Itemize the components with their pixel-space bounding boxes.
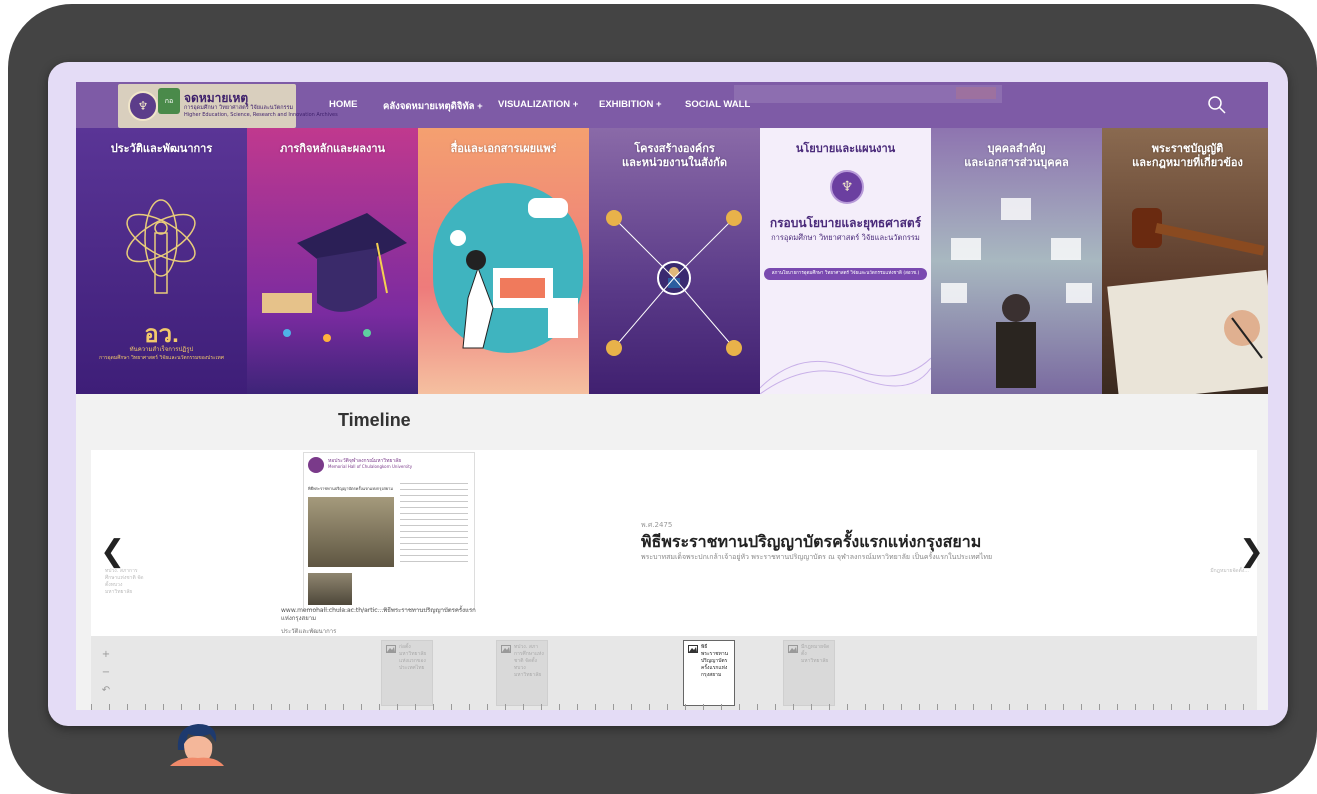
emblem-icon: ♆: [830, 170, 864, 204]
logo-subtitle: การอุดมศึกษา วิทยาศาสตร์ วิจัยและนวัตกรร…: [184, 105, 294, 111]
emblem-icon: ♆: [128, 91, 158, 121]
card-title: ภารกิจหลักและผลงาน: [279, 142, 386, 155]
zoom-out-icon[interactable]: −: [99, 666, 113, 680]
image-icon: [386, 645, 396, 653]
card-laws[interactable]: พระราชบัญญัติ และกฎหมายที่เกี่ยวข้อง: [1102, 128, 1268, 394]
atom-icon: [126, 199, 196, 294]
prev-slide-label[interactable]: ทปวง. สภาการศึกษาแห่งชาติ จัดตั้งทบวงมหา…: [105, 568, 145, 596]
card-title: โครงสร้างองค์กร และหน่วยงานในสังกัด: [622, 142, 727, 169]
browser-screen: ♆ กอ จดหมายเหตุ การอุดมศึกษา วิทยาศาสตร์…: [76, 82, 1268, 710]
card-title: ประวัติและพัฒนาการ: [110, 142, 213, 155]
marker-text: มีกฎหมายจัดตั้งมหาวิทยาลัย: [801, 644, 830, 664]
top-navbar: ♆ กอ จดหมายเหตุ การอุดมศึกษา วิทยาศาสตร์…: [76, 82, 1268, 128]
media-caption[interactable]: www.memohall.chula.ac.th/artic...พิธีพระ…: [281, 607, 481, 623]
category-cards: ประวัติและพัฒนาการ อว. ทันความสำเร็จการป…: [76, 128, 1268, 394]
card-organization[interactable]: โครงสร้างองค์กร และหน่วยงานในสังกัด: [589, 128, 760, 394]
card-policy[interactable]: นโยบายและแผนงาน ♆ กรอบนโยบายและยุทธศาสตร…: [760, 128, 931, 394]
timeline-marker-active[interactable]: พิธีพระราชทานปริญญาบัตรครั้งแรกแห่งกรุงส…: [683, 640, 735, 706]
media-header-en: Memorial Hall of Chulalongkorn Universit…: [328, 464, 413, 469]
site-logo[interactable]: ♆ กอ จดหมายเหตุ การอุดมศึกษา วิทยาศาสตร์…: [118, 84, 338, 128]
next-slide-button[interactable]: ❯: [1239, 534, 1264, 569]
timeline-ruler: [91, 704, 1257, 710]
nav-digital-archive[interactable]: คลังจดหมายเหตุดิจิทัล +: [383, 99, 483, 114]
card-overlay-line2: การอุดมศึกษา วิทยาศาสตร์ วิจัยและนวัตกรร…: [99, 355, 224, 361]
prev-slide-button[interactable]: ❮: [100, 534, 125, 569]
avatar-icon: [170, 724, 224, 766]
slide-text: พระบาทสมเด็จพระปกเกล้าเจ้าอยู่หัว พระราช…: [641, 553, 993, 561]
gavel-icon: [1107, 208, 1268, 394]
card-overlay-line1: ทันความสำเร็จการปฏิรูป: [129, 346, 194, 353]
next-slide-label[interactable]: มีกฎหมายจัดตั้ง...: [1199, 568, 1249, 575]
timeline-heading: Timeline: [338, 410, 411, 430]
marker-text: พิธีพระราชทานปริญญาบัตรครั้งแรกแห่งกรุงส…: [701, 644, 729, 678]
timeline-navigator[interactable]: + − ↶ ก่อตั้งมหาวิทยาลัยแห่งแรกของประเทศ…: [91, 636, 1257, 710]
image-icon: [501, 645, 511, 653]
university-seal-icon: [308, 457, 324, 473]
nav-visualization[interactable]: VISUALIZATION +: [498, 99, 578, 110]
media-credit: ประวัติและพัฒนาการ: [281, 628, 337, 635]
wave-decoration: [760, 357, 931, 394]
graduation-cap-icon: [262, 213, 407, 342]
timeline-marker[interactable]: มีกฎหมายจัดตั้งมหาวิทยาลัย: [783, 640, 835, 706]
org-chart-icon: [941, 198, 1092, 388]
timeline-slider: ❮ ทปวง. สภาการศึกษาแห่งชาติ จัดตั้งทบวงม…: [91, 450, 1264, 636]
card-mission[interactable]: ภารกิจหลักและผลงาน: [247, 128, 418, 394]
card-media[interactable]: สื่อและเอกสารเผยแพร่: [418, 128, 589, 394]
card-title: นโยบายและแผนงาน: [795, 142, 896, 155]
logo-subtitle-en: Higher Education, Science, Research and …: [184, 112, 338, 118]
zoom-in-icon[interactable]: +: [99, 648, 113, 662]
search-icon[interactable]: [1206, 94, 1228, 116]
card-people[interactable]: บุคคลสำคัญ และเอกสารส่วนบุคคล: [931, 128, 1102, 394]
image-icon: [688, 645, 698, 653]
timeline-marker[interactable]: ก่อตั้งมหาวิทยาลัยแห่งแรกของประเทศไทย: [381, 640, 433, 706]
marker-text: ก่อตั้งมหาวิทยาลัยแห่งแรกของประเทศไทย: [399, 644, 427, 671]
nav-social-wall[interactable]: SOCIAL WALL: [685, 99, 750, 110]
image-icon: [788, 645, 798, 653]
card-title: สื่อและเอกสารเผยแพร่: [450, 142, 557, 155]
card-subtitle2: การอุดมศึกษา วิทยาศาสตร์ วิจัยและนวัตกรร…: [771, 233, 920, 242]
nav-overlay-button: [956, 87, 996, 99]
back-to-start-icon[interactable]: ↶: [99, 684, 113, 698]
card-subtitle: กรอบนโยบายและยุทธศาสตร์: [769, 216, 922, 230]
card-history[interactable]: ประวัติและพัฒนาการ อว. ทันความสำเร็จการป…: [76, 128, 247, 394]
card-title: พระราชบัญญัติ และกฎหมายที่เกี่ยวข้อง: [1132, 142, 1243, 169]
slide-media[interactable]: หอประวัติจุฬาลงกรณ์มหาวิทยาลัย Memorial …: [303, 452, 475, 610]
historic-photo-small: [308, 573, 352, 605]
nav-exhibition[interactable]: EXHIBITION +: [599, 99, 662, 110]
historic-photo: [308, 497, 394, 567]
card-badge: สภานโยบายการอุดมศึกษา วิทยาศาสตร์ วิจัยแ…: [764, 268, 927, 280]
article-text-block: [400, 483, 468, 563]
seal-icon: กอ: [158, 88, 180, 114]
card-title: บุคคลสำคัญ และเอกสารส่วนบุคคล: [964, 142, 1069, 169]
media-illustration-icon: [450, 198, 578, 349]
timeline-marker[interactable]: ทปวง. สภาการศึกษาแห่งชาติ จัดตั้งทบวงมหา…: [496, 640, 548, 706]
marker-text: ทปวง. สภาการศึกษาแห่งชาติ จัดตั้งทบวงมหา…: [514, 644, 544, 678]
nav-home[interactable]: HOME: [329, 99, 358, 110]
network-icon: [606, 210, 742, 356]
